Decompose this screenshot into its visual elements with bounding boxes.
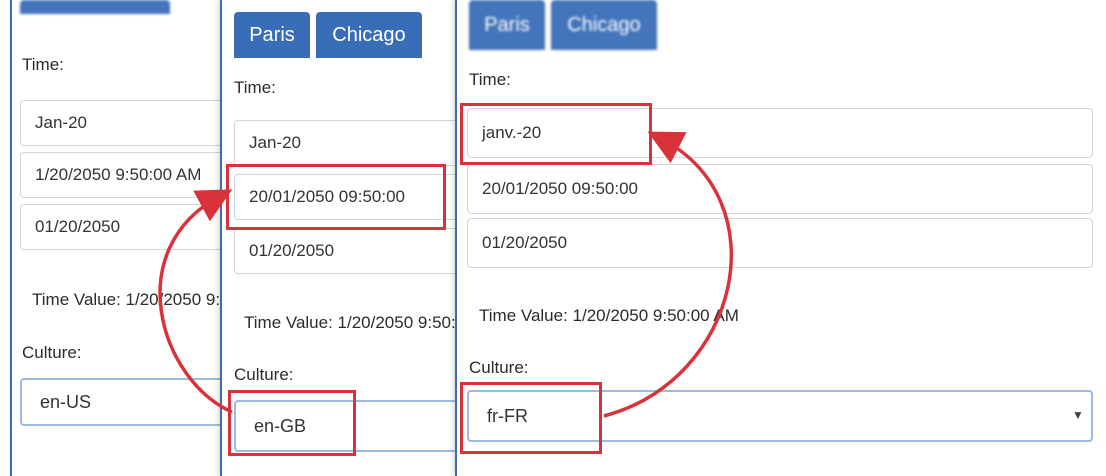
highlight-en-gb-datetime [226,164,446,230]
date-field[interactable]: 01/20/2050 [20,204,238,250]
time-label: Time: [22,55,64,74]
tab-strip-blurred[interactable] [20,0,170,14]
culture-label: Culture: [234,365,294,384]
highlight-fr-fr-culture [460,382,602,454]
culture-select[interactable]: en-US [20,378,238,426]
datetime-field[interactable]: 1/20/2050 9:50:00 AM [20,152,238,198]
time-label: Time: [469,70,511,89]
time-value-text: Time Value: 1/20/2050 9:50:00 AM [479,306,739,325]
culture-label: Culture: [469,358,529,377]
datetime-field[interactable]: 20/01/2050 09:50:00 [467,164,1093,214]
time-label: Time: [234,78,276,97]
panel-en-us: Time: Jan-20 1/20/2050 9:50:00 AM 01/20/… [10,0,238,476]
highlight-en-gb-culture [228,390,356,456]
culture-label: Culture: [22,343,82,362]
highlight-fr-fr-month [460,103,652,165]
month-year-field[interactable]: Jan-20 [234,120,462,166]
caret-down-icon[interactable]: ▼ [1072,408,1084,422]
time-value-text: Time Value: 1/20/2050 9:50:00 AM [244,313,462,332]
tab-chicago[interactable]: Chicago [316,12,422,58]
tab-paris[interactable]: Paris [234,12,310,58]
date-field[interactable]: 01/20/2050 [467,218,1093,268]
date-field[interactable]: 01/20/2050 [234,228,462,274]
time-value-text: Time Value: 1/20/2050 9:50:00 AM [32,290,238,309]
tab-paris[interactable]: Paris [469,0,545,50]
tab-chicago[interactable]: Chicago [551,0,657,50]
month-year-field[interactable]: Jan-20 [20,100,238,146]
